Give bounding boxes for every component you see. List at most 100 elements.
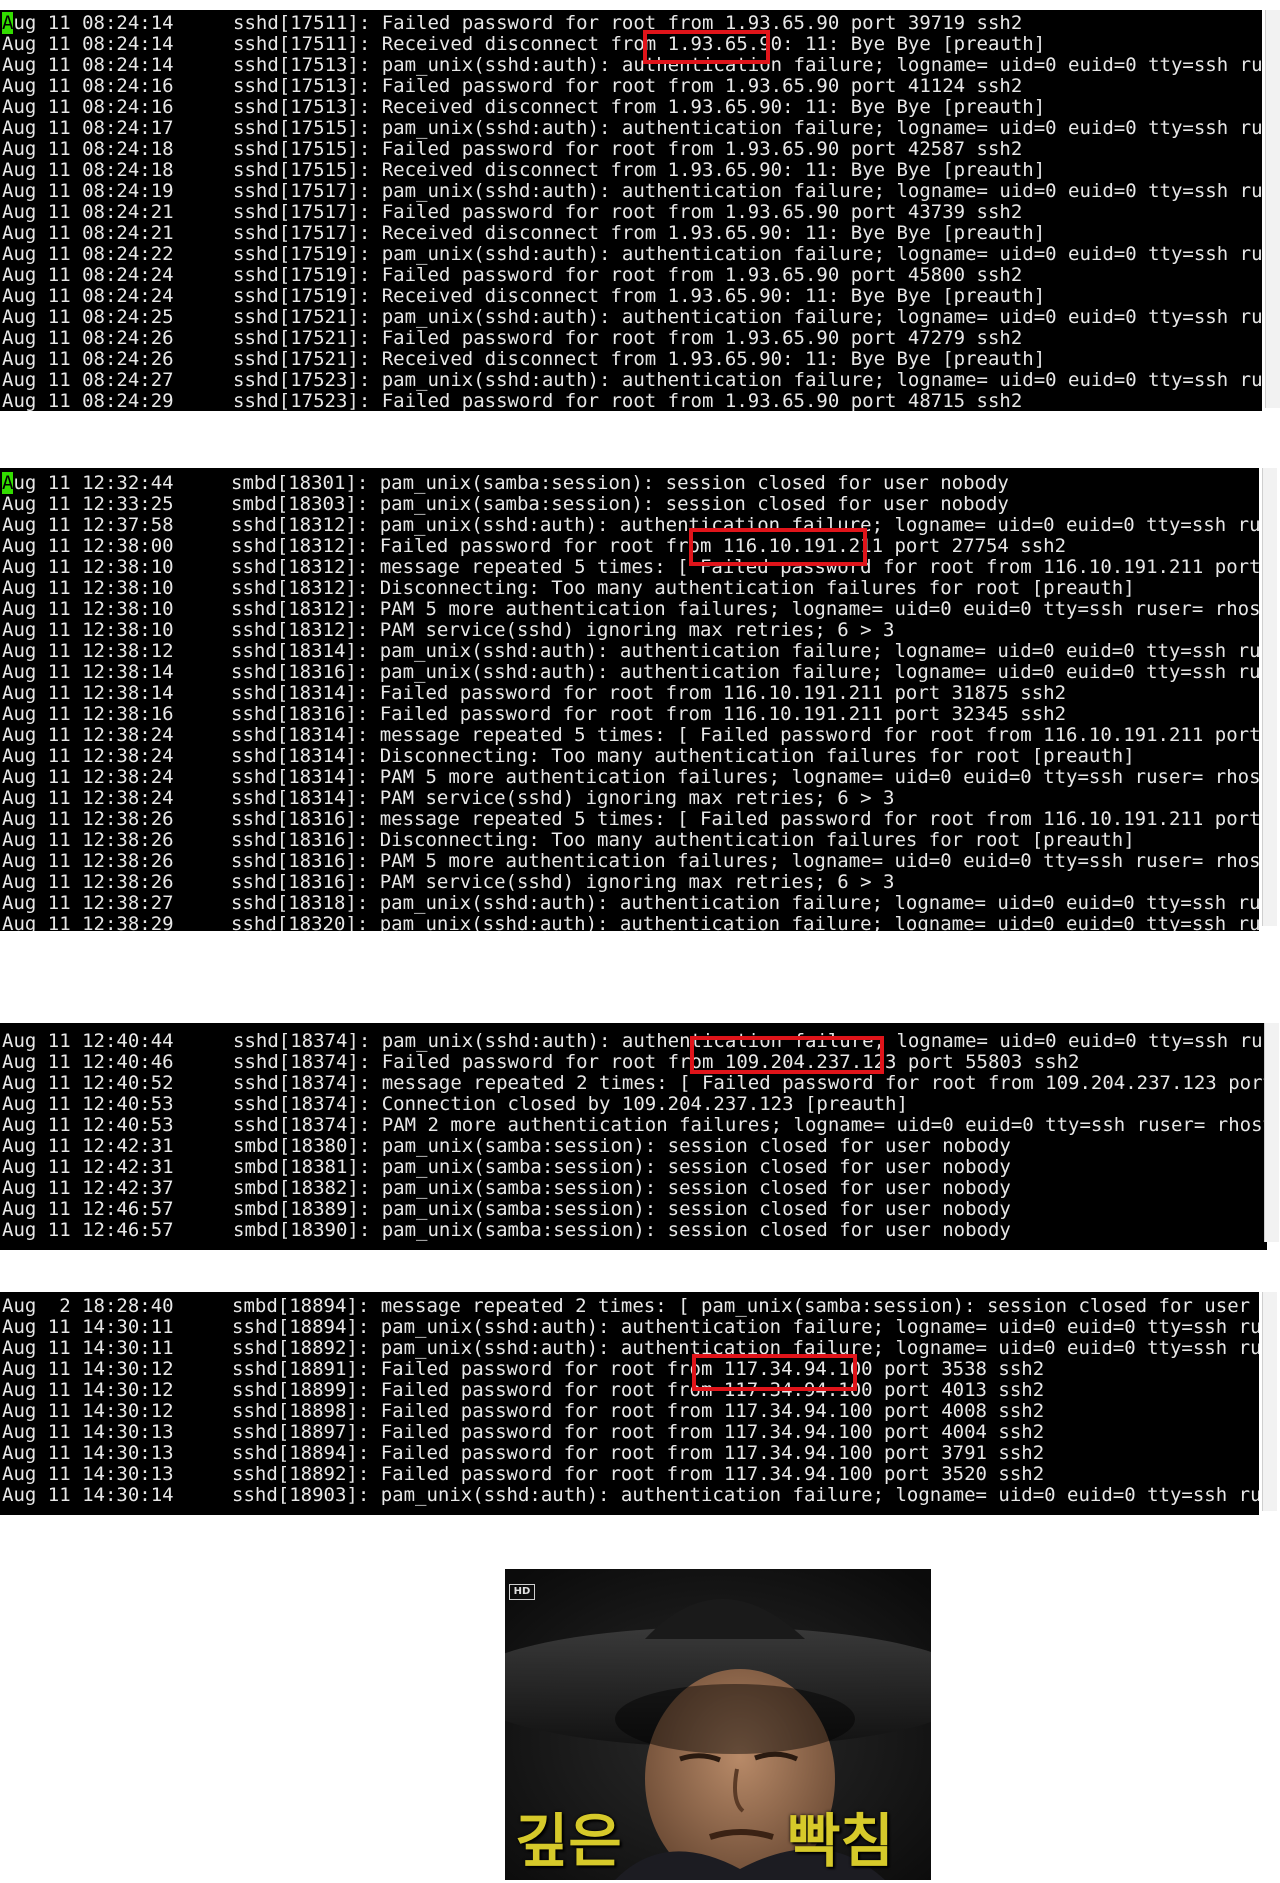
log-line: Aug 11 12:38:16 sshd[18316]: Failed passw…	[0, 704, 1259, 725]
log-line: Aug 11 12:37:58 sshd[18312]: pam_unix(ssh…	[0, 515, 1259, 536]
log-message: sshd[17517]: Received disconnect from 1.…	[233, 222, 1046, 244]
log-message: sshd[18320]: pam_unix(sshd:auth): authen…	[231, 913, 1259, 932]
log-line: Aug 11 08:24:24 sshd[17519]: Received dis…	[0, 286, 1262, 307]
log-line: Aug 11 08:24:18 sshd[17515]: Failed passw…	[0, 139, 1262, 160]
log-line: Aug 11 12:38:10 sshd[18312]: PAM 5 more a…	[0, 599, 1259, 620]
log-timestamp: Aug 11 12:38:00	[2, 535, 174, 557]
log-message: sshd[18314]: PAM service(sshd) ignoring …	[231, 787, 895, 809]
log-timestamp: Aug 11 12:46:57	[2, 1219, 174, 1241]
log-message: sshd[18318]: pam_unix(sshd:auth): authen…	[231, 892, 1259, 914]
ip-highlight-box	[643, 30, 770, 64]
terminal-panel-1: Aug 11 08:24:14 sshd[17511]: Failed passw…	[0, 10, 1262, 411]
log-line: Aug 11 08:24:14 sshd[17513]: pam_unix(ssh…	[0, 55, 1262, 76]
log-message: sshd[18374]: Failed password for root fr…	[233, 1051, 1080, 1073]
log-message: sshd[17511]: Failed password for root fr…	[233, 12, 1023, 34]
log-message: sshd[18898]: Failed password for root fr…	[232, 1400, 1045, 1422]
log-message: sshd[18897]: Failed password for root fr…	[232, 1421, 1045, 1443]
scrollbar[interactable]	[1262, 468, 1277, 926]
meme-caption-right: 빡침	[787, 1807, 894, 1875]
log-timestamp: Aug 11 12:38:24	[2, 745, 174, 767]
log-timestamp: Aug 11 08:24:25	[2, 306, 174, 328]
log-line: Aug 11 12:42:37 smbd[18382]: pam_unix(sam…	[0, 1178, 1267, 1199]
log-line: Aug 11 08:24:17 sshd[17515]: pam_unix(ssh…	[0, 118, 1262, 139]
log-timestamp: Aug 11 12:38:10	[2, 577, 174, 599]
log-timestamp: Aug 11 12:40:44	[2, 1030, 174, 1052]
log-timestamp: Aug 11 12:40:46	[2, 1051, 174, 1073]
scrollbar[interactable]	[1265, 10, 1280, 408]
log-message: sshd[17521]: Received disconnect from 1.…	[233, 348, 1046, 370]
log-line: Aug 11 12:38:14 sshd[18314]: Failed passw…	[0, 683, 1259, 704]
scrollbar[interactable]	[1262, 1292, 1277, 1511]
terminal-panel-4: Aug 2 18:28:40 smbd[18894]: message repea…	[0, 1292, 1259, 1515]
log-timestamp: Aug 11 14:30:11	[2, 1316, 174, 1338]
log-line: Aug 11 12:40:46 sshd[18374]: Failed passw…	[0, 1052, 1267, 1073]
log-timestamp: Aug 11 08:24:17	[2, 117, 174, 139]
log-message: sshd[18314]: message repeated 5 times: […	[231, 724, 1259, 746]
log-message: sshd[17513]: Failed password for root fr…	[233, 75, 1023, 97]
log-line: Aug 11 12:38:10 sshd[18312]: message repe…	[0, 557, 1259, 578]
log-message: sshd[17515]: Failed password for root fr…	[233, 138, 1023, 160]
log-line: Aug 11 14:30:12 sshd[18891]: Failed passw…	[0, 1359, 1259, 1380]
log-line: Aug 11 08:24:29 sshd[17523]: Failed passw…	[0, 391, 1262, 412]
log-line: Aug 11 08:24:21 sshd[17517]: Received dis…	[0, 223, 1262, 244]
log-line: Aug 11 12:38:00 sshd[18312]: Failed passw…	[0, 536, 1259, 557]
log-timestamp: Aug 11 12:38:24	[2, 766, 174, 788]
log-message: sshd[18903]: pam_unix(sshd:auth): authen…	[232, 1484, 1259, 1506]
meme-caption-left: 깊은	[515, 1807, 622, 1875]
log-line: Aug 11 08:24:21 sshd[17517]: Failed passw…	[0, 202, 1262, 223]
log-line: Aug 11 14:30:12 sshd[18899]: Failed passw…	[0, 1380, 1259, 1401]
log-timestamp: Aug 11 08:24:26	[2, 348, 174, 370]
log-line: Aug 11 12:46:57 smbd[18390]: pam_unix(sam…	[0, 1220, 1267, 1241]
log-message: sshd[18312]: PAM 5 more authentication f…	[231, 598, 1259, 620]
log-line: Aug 11 12:46:57 smbd[18389]: pam_unix(sam…	[0, 1199, 1267, 1220]
log-message: sshd[18374]: PAM 2 more authentication f…	[233, 1114, 1267, 1136]
log-message: sshd[18899]: Failed password for root fr…	[232, 1379, 1045, 1401]
log-line: Aug 11 12:38:24 sshd[18314]: PAM 5 more a…	[0, 767, 1259, 788]
log-line: Aug 11 08:24:26 sshd[17521]: Failed passw…	[0, 328, 1262, 349]
log-line: Aug 11 12:42:31 smbd[18380]: pam_unix(sam…	[0, 1136, 1267, 1157]
log-timestamp: Aug 11 12:42:31	[2, 1156, 174, 1178]
log-timestamp: Aug 11 14:30:12	[2, 1379, 174, 1401]
log-timestamp: Aug 11 12:38:10	[2, 556, 174, 578]
log-line: Aug 11 12:38:10 sshd[18312]: Disconnectin…	[0, 578, 1259, 599]
log-timestamp: Aug 11 08:24:27	[2, 369, 174, 391]
log-timestamp: Aug 11 12:38:24	[2, 724, 174, 746]
log-line: Aug 11 08:24:26 sshd[17521]: Received dis…	[0, 349, 1262, 370]
log-timestamp: Aug 11 08:24:26	[2, 327, 174, 349]
log-timestamp: Aug 11 12:42:37	[2, 1177, 174, 1199]
log-line: Aug 11 12:38:24 sshd[18314]: message repe…	[0, 725, 1259, 746]
log-message: sshd[17519]: Received disconnect from 1.…	[233, 285, 1046, 307]
log-message: sshd[17515]: pam_unix(sshd:auth): authen…	[233, 117, 1262, 139]
log-timestamp: Aug 11 12:38:14	[2, 661, 174, 683]
log-line: Aug 11 12:38:26 sshd[18316]: Disconnectin…	[0, 830, 1259, 851]
log-timestamp: Aug 11 12:38:26	[2, 808, 174, 830]
log-message: sshd[17523]: pam_unix(sshd:auth): authen…	[233, 369, 1262, 391]
log-line: Aug 11 12:38:24 sshd[18314]: Disconnectin…	[0, 746, 1259, 767]
log-timestamp: Aug 11 08:24:18	[2, 159, 174, 181]
log-message: smbd[18301]: pam_unix(samba:session): se…	[231, 472, 1009, 494]
log-timestamp: Aug 11 14:30:12	[2, 1358, 174, 1380]
log-timestamp: Aug 11 08:24:14	[2, 12, 174, 34]
log-line: Aug 11 12:38:12 sshd[18314]: pam_unix(ssh…	[0, 641, 1259, 662]
log-timestamp: Aug 11 12:38:29	[2, 913, 174, 932]
log-line: Aug 11 12:38:10 sshd[18312]: PAM service(…	[0, 620, 1259, 641]
log-timestamp: Aug 11 12:32:44	[2, 472, 174, 494]
log-line: Aug 11 12:38:29 sshd[18320]: pam_unix(ssh…	[0, 913, 1259, 932]
log-message: sshd[17517]: pam_unix(sshd:auth): authen…	[233, 180, 1262, 202]
log-line: Aug 11 14:30:14 sshd[18903]: pam_unix(ssh…	[0, 1485, 1259, 1506]
log-line: Aug 11 14:30:13 sshd[18892]: Failed passw…	[0, 1464, 1259, 1485]
log-timestamp: Aug 11 12:40:52	[2, 1072, 174, 1094]
log-line: Aug 11 14:30:11 sshd[18892]: pam_unix(ssh…	[0, 1338, 1259, 1359]
log-line: Aug 2 18:28:40 smbd[18894]: message repea…	[0, 1296, 1259, 1317]
log-message: smbd[18389]: pam_unix(samba:session): se…	[233, 1198, 1011, 1220]
log-timestamp: Aug 11 14:30:11	[2, 1337, 174, 1359]
log-timestamp: Aug 11 14:30:13	[2, 1421, 174, 1443]
log-timestamp: Aug 11 14:30:13	[2, 1463, 174, 1485]
log-message: sshd[17517]: Failed password for root fr…	[233, 201, 1023, 223]
log-message: sshd[18316]: PAM 5 more authentication f…	[231, 850, 1259, 872]
log-line: Aug 11 08:24:16 sshd[17513]: Received dis…	[0, 97, 1262, 118]
log-timestamp: Aug 11 08:24:18	[2, 138, 174, 160]
log-timestamp: Aug 11 12:42:31	[2, 1135, 174, 1157]
scrollbar[interactable]	[1264, 1023, 1279, 1242]
log-timestamp: Aug 11 12:38:24	[2, 787, 174, 809]
